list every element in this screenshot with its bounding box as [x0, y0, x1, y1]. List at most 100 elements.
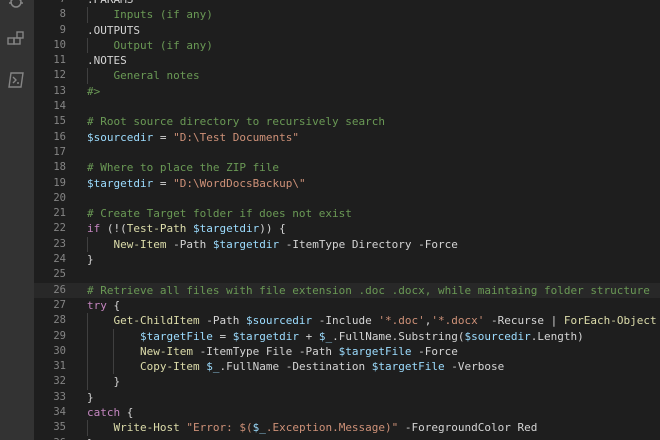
line-number: 10	[53, 38, 66, 51]
code-token: '*.doc'	[378, 314, 425, 328]
code-line[interactable]: 28 Get-ChildItem -Path $sourcedir -Inclu…	[34, 313, 660, 329]
code-line[interactable]: 22 if (!(Test-Path $targetdir)) {	[34, 221, 660, 236]
line-number: 8	[59, 8, 66, 21]
code-token: Test-Path	[126, 222, 187, 236]
code-token: }	[87, 390, 94, 404]
code-lines: 7.PARAMS8 Inputs (if any)9.OUTPUTS10 Out…	[34, 0, 660, 440]
code-token: $sourcedir	[87, 130, 154, 144]
code-line[interactable]: 13 #>	[34, 84, 660, 99]
code-line[interactable]: 34 catch {	[34, 405, 660, 420]
code-token: +	[298, 329, 319, 343]
code-text: .OUTPUTS	[87, 23, 140, 38]
code-line[interactable]: 9 .OUTPUTS	[34, 23, 660, 38]
line-number: 27	[53, 298, 66, 311]
code-line[interactable]: 32 }	[34, 374, 660, 390]
extensions-icon[interactable]	[6, 30, 26, 50]
code-token: .PARAMS	[87, 0, 133, 6]
code-text: Inputs (if any)	[87, 7, 212, 22]
code-line[interactable]: 26 # Retrieve all files with file extensi…	[34, 282, 660, 298]
code-line[interactable]: 30 New-Item -ItemType File -Path $target…	[34, 343, 660, 360]
line-number: 22	[53, 222, 66, 235]
code-line[interactable]: 19 $targetdir = "D:\WordDocsBackup\"	[34, 176, 660, 191]
code-line[interactable]: 15 # Root source directory to recursively…	[34, 114, 660, 129]
code-line[interactable]: 7 .PARAMS	[34, 0, 660, 7]
line-number: 31	[53, 360, 66, 373]
line-number: 26	[53, 283, 66, 296]
code-token: # Root source directory to recursively s…	[87, 115, 386, 129]
code-line[interactable]: 18 # Where to place the ZIP file	[34, 160, 660, 175]
line-number: 11	[53, 54, 66, 67]
code-line[interactable]: 25	[34, 267, 660, 282]
code-line[interactable]: 10 Output (if any)	[34, 37, 660, 54]
code-token: $sourcedir	[464, 329, 531, 343]
line-number: 13	[53, 84, 66, 97]
code-line[interactable]: 21 # Create Target folder if does not exi…	[34, 206, 660, 221]
code-line[interactable]: 24}	[34, 252, 660, 267]
code-line[interactable]: 12 General notes	[34, 68, 660, 84]
code-token: #>	[87, 84, 101, 98]
line-number: 23	[53, 237, 66, 250]
code-line[interactable]: 16 $sourcedir = "D:\Test Documents"	[34, 130, 660, 145]
code-token: $targetdir	[87, 176, 154, 190]
code-token: .Length)	[530, 329, 584, 343]
code-text: # Create Target folder if does not exist	[87, 206, 352, 221]
line-number: 34	[53, 406, 66, 419]
code-line[interactable]: 17	[34, 145, 660, 160]
code-text: try {	[87, 298, 120, 313]
powershell-terminal-icon[interactable]	[6, 70, 26, 90]
code-token: -ItemType Directory -Force	[279, 237, 458, 251]
code-token: $targetFile	[371, 360, 445, 374]
code-token: -Verbose	[444, 360, 505, 374]
code-text: if (!(Test-Path $targetdir)) {	[87, 221, 286, 236]
line-number: 16	[53, 130, 66, 143]
code-text: Output (if any)	[87, 38, 212, 53]
code-line[interactable]: 23 New-Item -Path $targetdir -ItemType D…	[34, 236, 660, 253]
code-line[interactable]: 8 Inputs (if any)	[34, 7, 660, 23]
code-token: .OUTPUTS	[87, 23, 140, 37]
code-text: # Where to place the ZIP file	[87, 160, 279, 175]
line-number: 19	[53, 176, 66, 189]
code-text: }	[87, 390, 94, 405]
code-token: $sourcedir	[245, 314, 313, 328]
code-text: New-Item -Path $targetdir -ItemType Dire…	[87, 237, 458, 252]
code-token: -ItemType File -Path	[192, 344, 339, 358]
code-text: }	[87, 374, 120, 389]
code-token: # Where to place the ZIP file	[87, 161, 280, 175]
code-line[interactable]: 27 try {	[34, 298, 660, 313]
code-line[interactable]: 36}	[34, 436, 660, 440]
code-text: }	[87, 252, 94, 267]
code-editor[interactable]: 7.PARAMS8 Inputs (if any)9.OUTPUTS10 Out…	[34, 0, 660, 440]
code-line[interactable]: 29 $targetFile = $targetdir + $_.FullNam…	[34, 328, 660, 344]
code-text: Write-Host "Error: $($_.Exception.Messag…	[87, 420, 538, 435]
line-number: 24	[53, 253, 66, 266]
code-token: '*.docx'	[431, 314, 485, 328]
code-token: if	[87, 222, 101, 236]
code-line[interactable]: 11 .NOTES	[34, 53, 660, 68]
code-text: catch {	[87, 405, 133, 420]
code-token: try	[87, 298, 107, 312]
code-token: $targetdir	[192, 222, 260, 236]
code-token: =	[212, 329, 233, 343]
code-token: # Retrieve all files with file extension…	[87, 283, 650, 297]
line-number: 36	[34, 436, 66, 440]
code-line[interactable]: 14	[34, 99, 660, 114]
debug-icon[interactable]	[6, 0, 26, 12]
code-token: $targetFile	[139, 329, 213, 343]
code-token: .FullName -Destination	[219, 360, 372, 374]
code-token: {	[106, 298, 121, 312]
code-line[interactable]: 31 Copy-Item $_.FullName -Destination $t…	[34, 359, 660, 375]
line-number: 35	[53, 421, 66, 434]
code-text: }	[87, 436, 94, 440]
code-token: "D:\WordDocsBackup\"	[173, 176, 306, 190]
code-token: Copy-Item	[139, 360, 200, 374]
code-text: General notes	[87, 68, 199, 83]
code-token: $targetFile	[338, 344, 412, 358]
code-line[interactable]: 35 Write-Host "Error: $($_.Exception.Mes…	[34, 420, 660, 436]
code-token: ForEach-Object	[563, 314, 657, 328]
code-line[interactable]: 20	[34, 191, 660, 206]
code-token: catch	[87, 406, 121, 420]
code-line[interactable]: 33}	[34, 390, 660, 405]
